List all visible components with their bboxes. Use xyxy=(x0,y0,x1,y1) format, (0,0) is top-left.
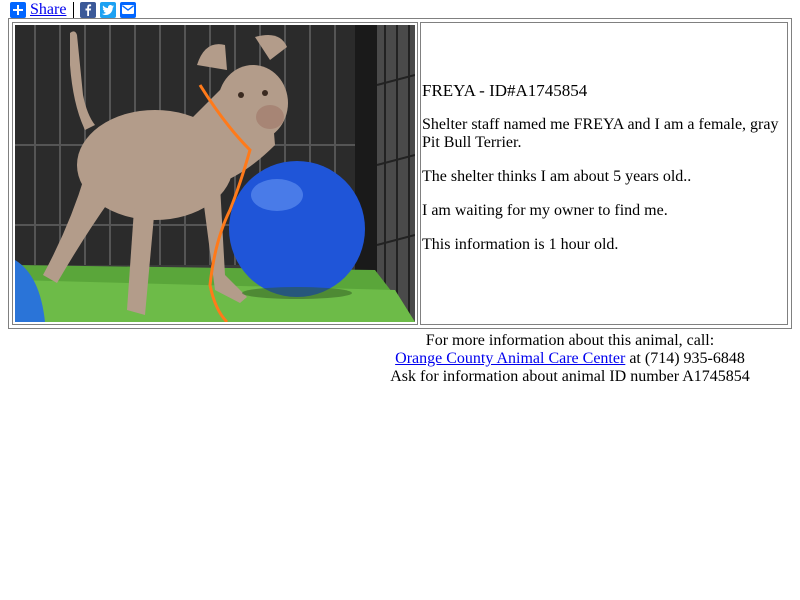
animal-age: The shelter thinks I am about 5 years ol… xyxy=(422,168,692,185)
share-bar: Share xyxy=(10,1,140,18)
animal-table: FREYA - ID#A1745854 Shelter staff named … xyxy=(8,18,792,329)
facebook-icon[interactable] xyxy=(80,1,97,18)
share-link[interactable]: Share xyxy=(30,1,66,18)
photo-cell xyxy=(12,22,418,325)
shelter-link[interactable]: Orange County Animal Care Center xyxy=(395,350,625,367)
info-cell: FREYA - ID#A1745854 Shelter staff named … xyxy=(420,22,788,325)
shelter-phone: at (714) 935-6848 xyxy=(625,350,745,367)
info-freshness: This information is 1 hour old. xyxy=(422,236,619,253)
contact-line: Orange County Animal Care Center at (714… xyxy=(370,350,770,368)
animal-title: FREYA - ID#A1745854 xyxy=(422,81,588,100)
animal-description: Shelter staff named me FREYA and I am a … xyxy=(422,116,779,151)
plus-icon[interactable] xyxy=(10,1,26,18)
contact-intro: For more information about this animal, … xyxy=(425,332,715,349)
animal-status: I am waiting for my owner to find me. xyxy=(422,202,668,219)
contact-info: For more information about this animal, … xyxy=(370,332,770,386)
twitter-icon[interactable] xyxy=(100,1,117,18)
contact-ask: Ask for information about animal ID numb… xyxy=(390,368,750,385)
divider xyxy=(73,1,75,18)
email-icon[interactable] xyxy=(120,1,137,18)
animal-photo xyxy=(15,25,415,322)
